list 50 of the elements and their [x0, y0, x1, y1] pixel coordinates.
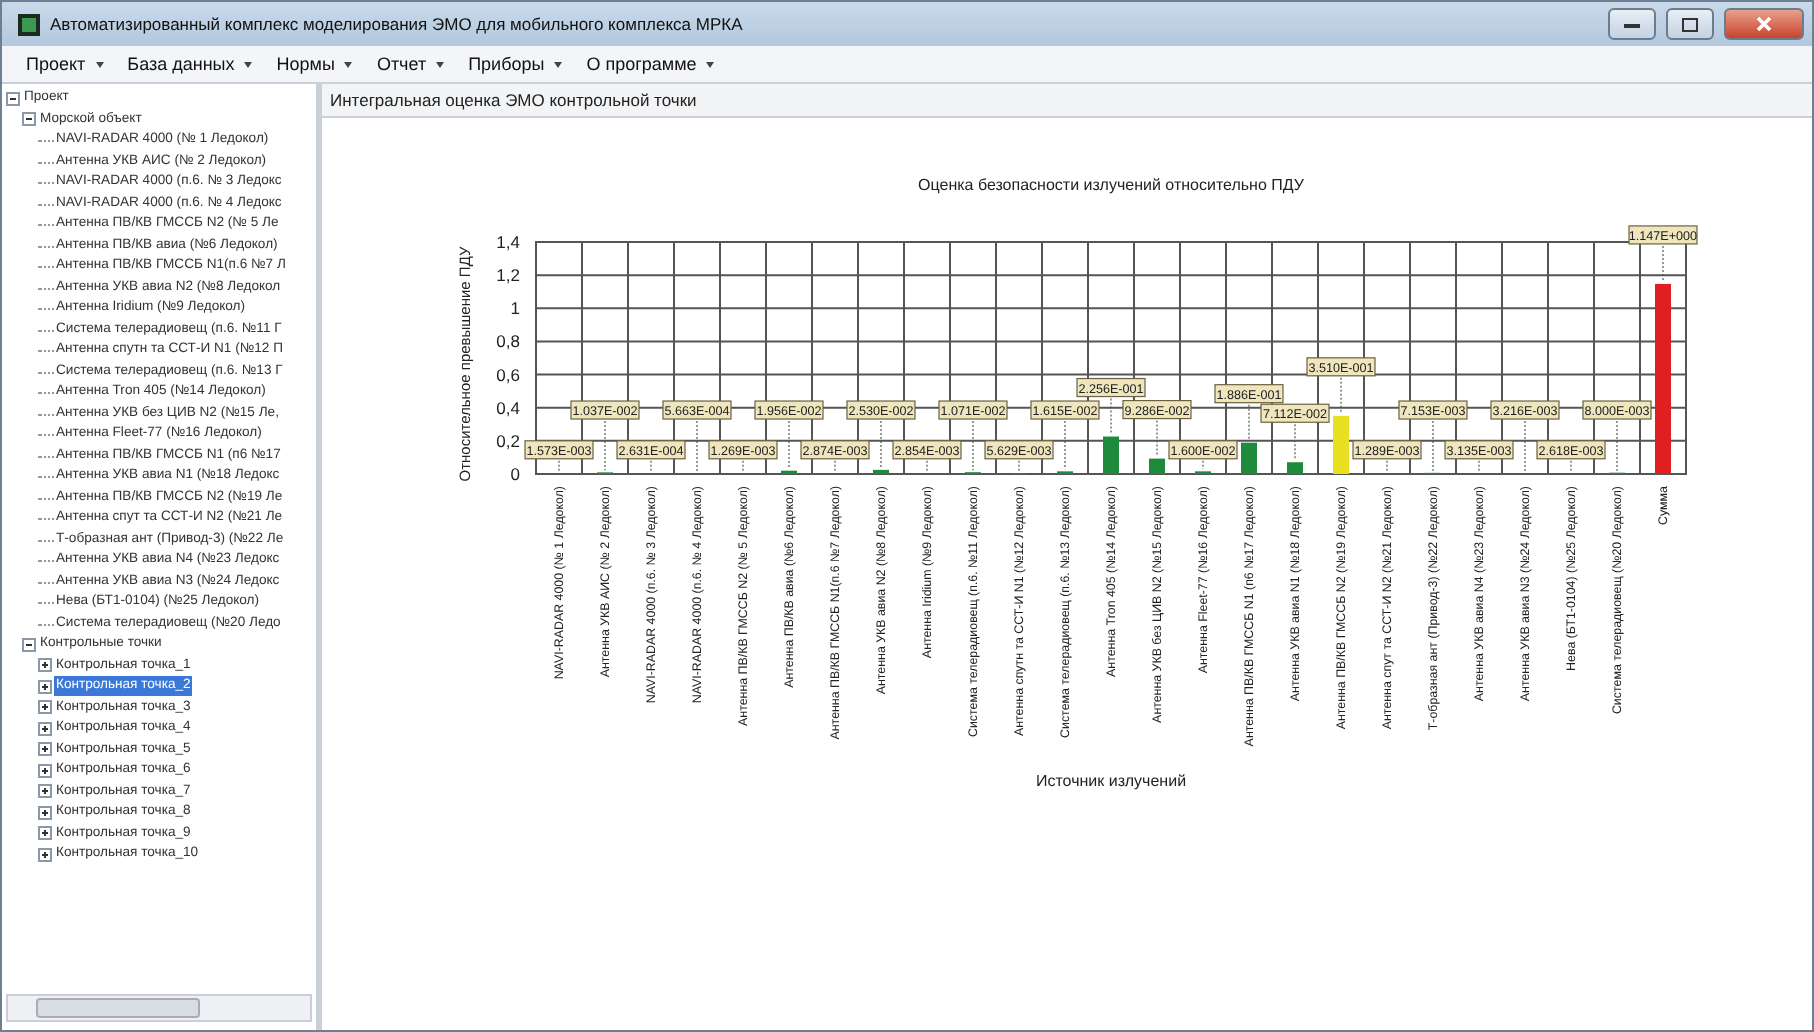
axis-tick-label: 0,6: [496, 364, 520, 385]
caret-icon: [344, 61, 353, 67]
menu-item[interactable]: Отчет: [372, 54, 449, 74]
panel-title: Интегральная оценка ЭМО контрольной точки: [322, 84, 1812, 118]
caret-icon: [706, 61, 715, 67]
bar: [1241, 442, 1257, 474]
maximize-icon: [1682, 17, 1698, 31]
expand-icon[interactable]: [38, 679, 52, 694]
expand-icon[interactable]: [38, 784, 52, 799]
horizontal-scrollbar[interactable]: [6, 994, 312, 1022]
collapse-icon[interactable]: [22, 637, 36, 652]
menu-item[interactable]: Проект: [22, 54, 108, 74]
window-title: Автоматизированный комплекс моделирования ЭМО для мобильного комплекса МРКА: [50, 14, 745, 34]
expand-icon[interactable]: [38, 742, 52, 757]
collapse-icon[interactable]: [22, 112, 36, 127]
menu-item[interactable]: О программе: [582, 54, 719, 74]
bar: [1103, 436, 1119, 474]
axis-tick-label: 0,8: [496, 331, 520, 352]
maximize-button[interactable]: [1666, 8, 1714, 40]
axis-tick-label: 1: [510, 298, 520, 319]
close-button[interactable]: [1724, 8, 1804, 40]
menu-item[interactable]: Нормы: [272, 54, 357, 74]
caret-icon: [95, 61, 104, 67]
menu-item[interactable]: База данных: [123, 54, 257, 74]
chart-title: Оценка безопасности излучений относительно ПДУ: [918, 176, 1304, 194]
axis-tick-label: 0: [510, 464, 520, 484]
expand-icon[interactable]: [38, 700, 52, 715]
axis-tick-label: 0,2: [496, 430, 520, 451]
caret-icon: [244, 61, 253, 67]
expand-icon[interactable]: [38, 721, 52, 736]
expand-icon[interactable]: [38, 805, 52, 820]
close-icon: [1756, 16, 1772, 32]
menu-item[interactable]: Приборы: [464, 54, 567, 74]
axis-tick-label: 0,4: [496, 397, 520, 418]
axis-title: Источник излучений: [1035, 772, 1187, 790]
bar: [1287, 462, 1303, 474]
caret-icon: [554, 61, 563, 67]
minimize-icon: [1624, 20, 1640, 28]
minimize-button[interactable]: [1608, 8, 1656, 40]
expand-icon[interactable]: [38, 658, 52, 673]
bar: [1333, 415, 1349, 474]
axis-tick-label: 1,2: [496, 265, 520, 286]
caret-icon: [436, 61, 445, 67]
app-icon: [18, 13, 40, 35]
expand-icon[interactable]: [38, 763, 52, 778]
collapse-icon[interactable]: [6, 91, 20, 106]
bar: [873, 469, 889, 474]
expand-icon[interactable]: [38, 826, 52, 841]
axis-tick-label: 1,4: [496, 232, 520, 252]
expand-icon[interactable]: [38, 847, 52, 862]
